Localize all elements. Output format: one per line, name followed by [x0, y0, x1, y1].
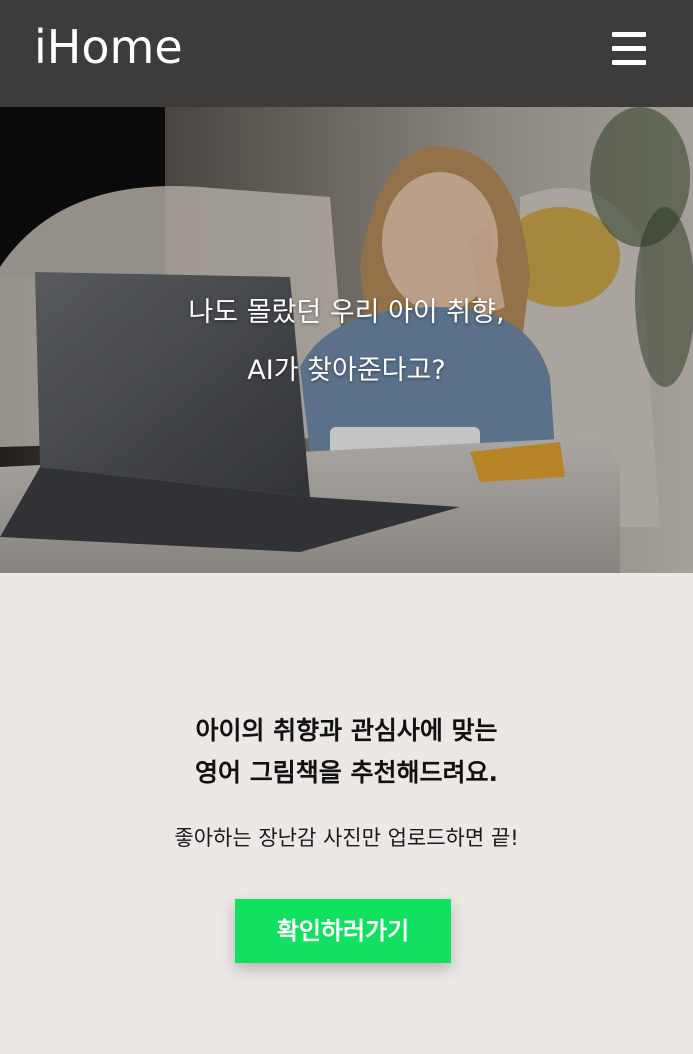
menu-bar [612, 60, 646, 65]
logo[interactable]: iHome [34, 18, 183, 76]
main-headline: 아이의 취향과 관심사에 맞는 영어 그림책을 추천해드려요. [0, 710, 693, 794]
headline-line-2: 영어 그림책을 추천해드려요. [195, 758, 498, 787]
headline-line-1: 아이의 취향과 관심사에 맞는 [195, 716, 498, 745]
menu-bar [612, 46, 646, 51]
hero-banner: 나도 몰랐던 우리 아이 취향, AI가 찾아준다고? [0, 107, 693, 573]
main-subtext: 좋아하는 장난감 사진만 업로드하면 끝! [174, 826, 519, 850]
app-header: iHome [0, 0, 693, 107]
confirm-button[interactable]: 확인하러가기 [235, 899, 451, 963]
hero-headline: 나도 몰랐던 우리 아이 취향, AI가 찾아준다고? [0, 284, 693, 400]
hero-line-2: AI가 찾아준다고? [247, 355, 446, 386]
hero-line-1: 나도 몰랐던 우리 아이 취향, [188, 297, 505, 328]
menu-bar [612, 32, 646, 37]
hamburger-menu-icon[interactable] [608, 28, 650, 70]
